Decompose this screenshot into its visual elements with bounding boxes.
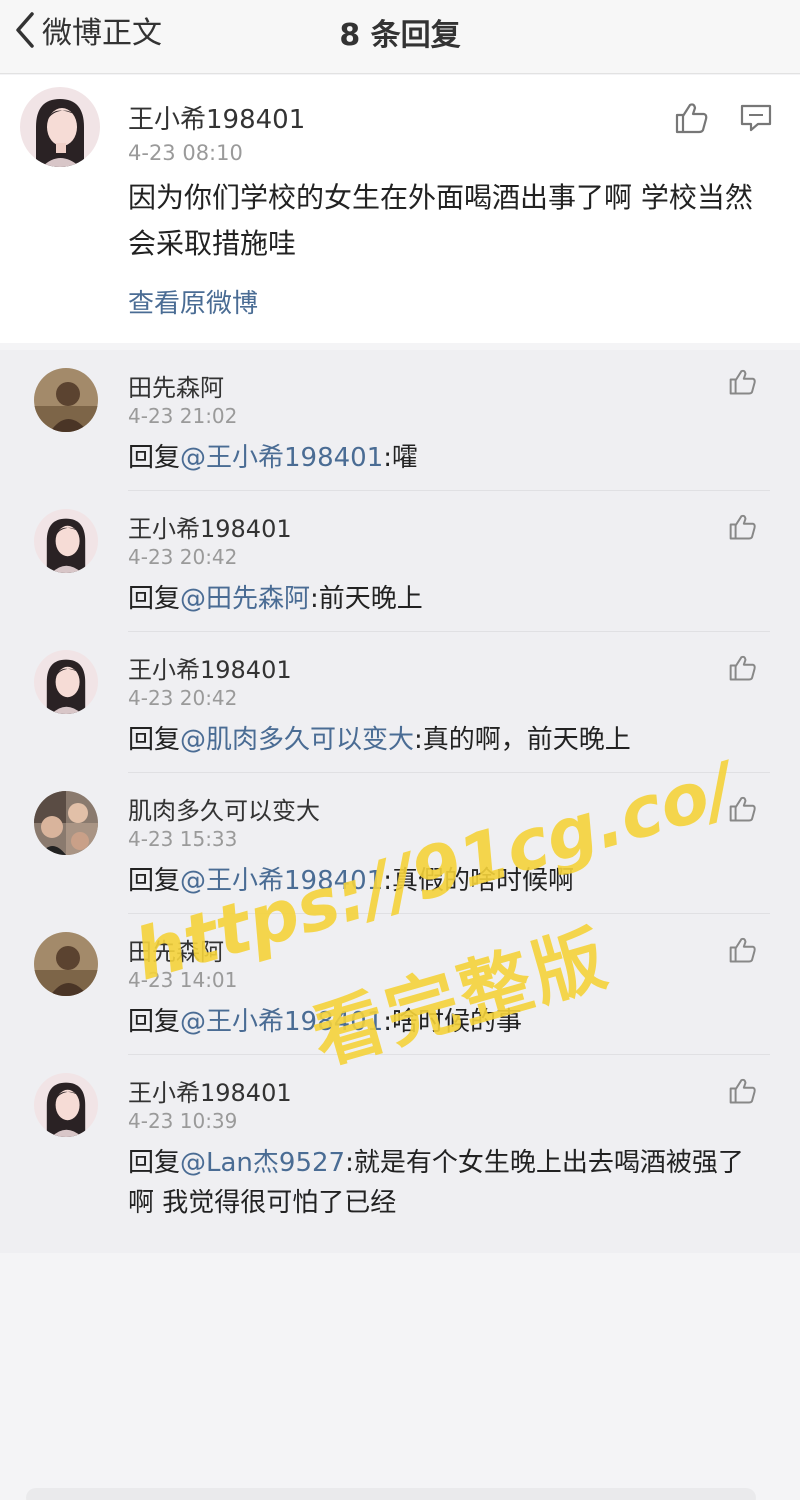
thumbs-up-icon (729, 655, 756, 681)
comment-text: 因为你们学校的女生在外面喝酒出事了啊 学校当然会采取措施哇 (128, 181, 753, 260)
reply-text: 回复@肌肉多久可以变大:真的啊，前天晚上 (128, 720, 748, 760)
username[interactable]: 田先森阿 (128, 368, 224, 403)
avatar[interactable] (34, 509, 98, 573)
reply-text: 回复@王小希198401:真假的啥时候啊 (128, 861, 748, 901)
avatar[interactable] (34, 1073, 98, 1137)
avatar[interactable] (34, 650, 98, 714)
mention-link[interactable]: @王小希198401 (180, 443, 383, 473)
reply-item: 田先森阿 4-23 21:02 回复@王小希198401:嚯 (0, 350, 800, 491)
reply-prefix: 回复 (128, 725, 181, 755)
timestamp: 4-23 21:02 (128, 404, 238, 428)
reply-item: 田先森阿 4-23 14:01 回复@王小希198401:啥时候的事 (0, 914, 800, 1055)
reply-item: 王小希198401 4-23 10:39 回复@Lan杰9527:就是有个女生晚… (0, 1055, 800, 1245)
like-button[interactable] (728, 1077, 758, 1109)
reply-item: 王小希198401 4-23 20:42 回复@田先森阿:前天晚上 (0, 491, 800, 632)
timestamp: 4-23 20:42 (128, 545, 238, 569)
avatar[interactable] (34, 791, 98, 855)
main-comment: 王小希198401 4-23 08:10 因为你们学校的女生在外面喝酒出事了啊 … (0, 75, 800, 343)
reply-prefix: 回复 (128, 443, 181, 473)
girl-portrait-icon (34, 650, 98, 714)
like-button[interactable] (728, 513, 758, 545)
man-portrait-icon (34, 932, 98, 996)
mention-link[interactable]: @田先森阿 (180, 584, 310, 614)
thumbs-up-icon (675, 103, 708, 134)
like-button[interactable] (728, 936, 758, 968)
like-button[interactable] (674, 101, 710, 139)
mention-link[interactable]: @王小希198401 (180, 866, 383, 896)
like-button[interactable] (728, 368, 758, 400)
username[interactable]: 肌肉多久可以变大 (128, 791, 320, 826)
reply-content: :嚯 (383, 443, 419, 473)
replies-list: 田先森阿 4-23 21:02 回复@王小希198401:嚯 王小希198401… (0, 350, 800, 1253)
reply-content: :真的啊，前天晚上 (414, 725, 631, 755)
username[interactable]: 王小希198401 (128, 509, 292, 544)
girl-portrait-icon (34, 1073, 98, 1137)
username[interactable]: 田先森阿 (128, 932, 224, 967)
timestamp: 4-23 20:42 (128, 686, 238, 710)
reply-content: :啥时候的事 (383, 1007, 523, 1037)
reply-text: 回复@王小希198401:啥时候的事 (128, 1002, 748, 1042)
thumbs-up-icon (729, 937, 756, 963)
reply-prefix: 回复 (128, 1007, 181, 1037)
timestamp: 4-23 08:10 (128, 141, 243, 165)
girl-portrait-icon (20, 87, 100, 167)
reply-item: 王小希198401 4-23 20:42 回复@肌肉多久可以变大:真的啊，前天晚… (0, 632, 800, 773)
reply-text: 回复@Lan杰9527:就是有个女生晚上出去喝酒被强了啊 我觉得很可怕了已经 (128, 1143, 748, 1223)
timestamp: 4-23 15:33 (128, 827, 238, 851)
timestamp: 4-23 14:01 (128, 968, 238, 992)
reply-prefix: 回复 (128, 584, 181, 614)
comment-icon (740, 104, 772, 132)
view-original-link[interactable]: 查看原微博 (128, 283, 258, 320)
reply-prefix: 回复 (128, 866, 181, 896)
thumbs-up-icon (729, 369, 756, 395)
thumbs-up-icon (729, 796, 756, 822)
like-button[interactable] (728, 795, 758, 827)
username[interactable]: 王小希198401 (128, 1073, 292, 1108)
reply-prefix: 回复 (128, 1148, 181, 1178)
username[interactable]: 王小希198401 (128, 99, 305, 136)
comment-button[interactable] (740, 103, 772, 137)
timestamp: 4-23 10:39 (128, 1109, 238, 1133)
reply-text: 回复@王小希198401:嚯 (128, 438, 748, 478)
mention-link[interactable]: @肌肉多久可以变大 (180, 725, 414, 755)
avatar[interactable] (34, 932, 98, 996)
reply-content: :前天晚上 (310, 584, 423, 614)
mention-link[interactable]: @王小希198401 (180, 1007, 383, 1037)
like-button[interactable] (728, 654, 758, 686)
bottom-input-bar[interactable] (26, 1488, 756, 1500)
username[interactable]: 王小希198401 (128, 650, 292, 685)
thumbs-up-icon (729, 514, 756, 540)
reply-text: 回复@田先森阿:前天晚上 (128, 579, 748, 619)
man-portrait-icon (34, 368, 98, 432)
thumbs-up-icon (729, 1078, 756, 1104)
girl-portrait-icon (34, 509, 98, 573)
mention-link[interactable]: @Lan杰9527 (180, 1148, 345, 1178)
reply-content: :真假的啥时候啊 (383, 866, 575, 896)
page-title: 8 条回复 (339, 18, 461, 53)
avatar[interactable] (20, 87, 100, 167)
reply-item: 肌肉多久可以变大 4-23 15:33 回复@王小希198401:真假的啥时候啊 (0, 773, 800, 914)
nav-bar: 微博正文 8 条回复 (0, 0, 800, 74)
group-photo-icon (34, 791, 98, 855)
avatar[interactable] (34, 368, 98, 432)
